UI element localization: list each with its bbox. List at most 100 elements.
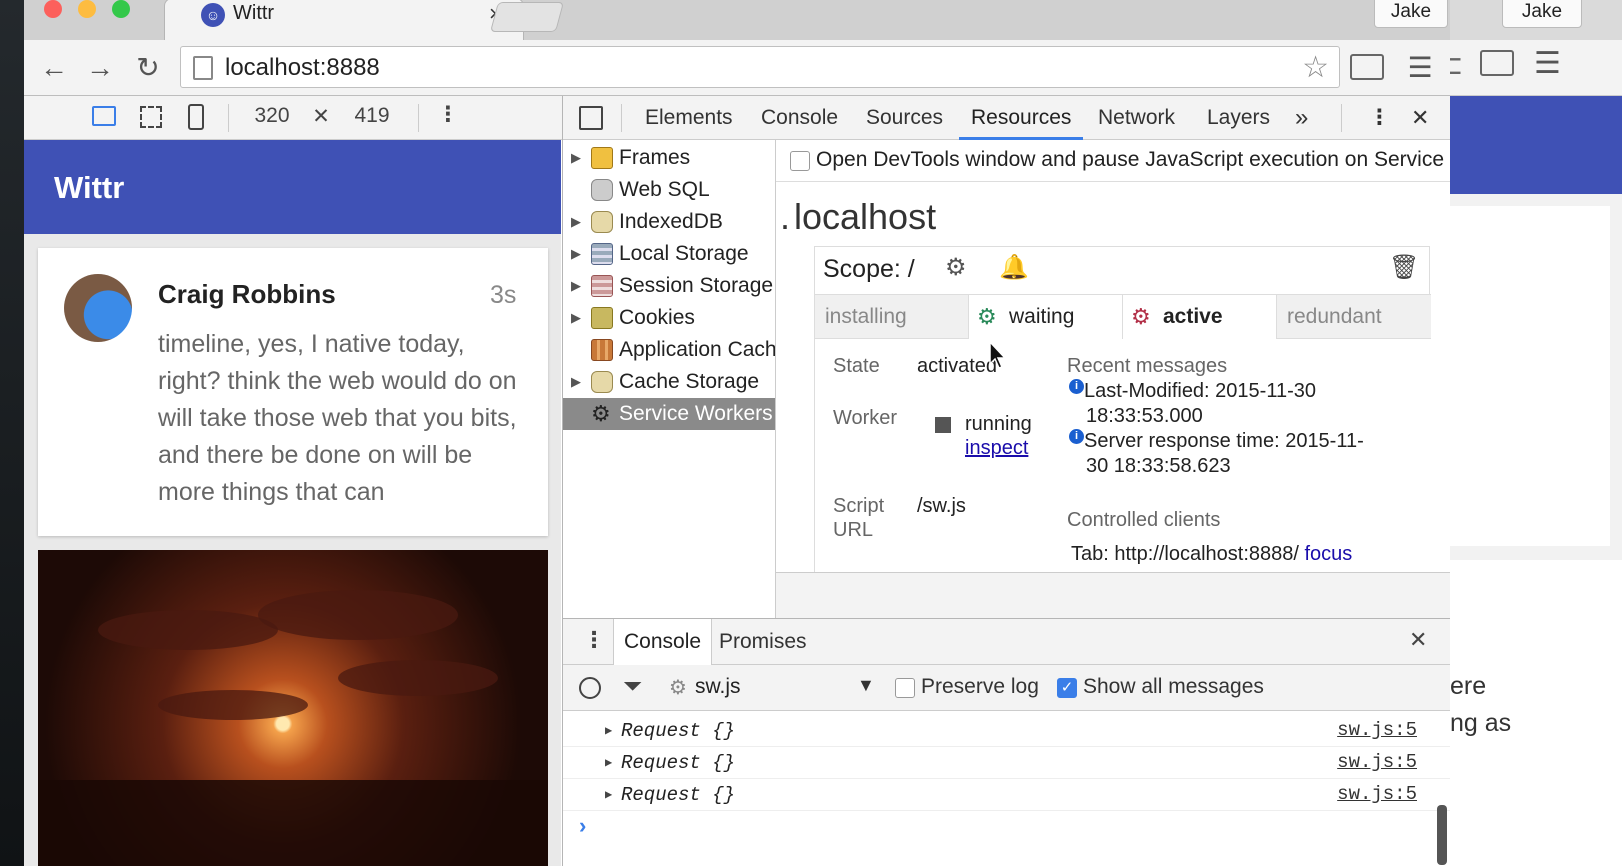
log-source-link[interactable]: sw.js:5 [1337, 751, 1417, 773]
tab-sources[interactable]: Sources [866, 96, 943, 140]
console-message[interactable]: ▶ Request {} sw.js:5 [563, 779, 1450, 811]
preserve-log-checkbox[interactable] [895, 678, 915, 698]
devtools-close-icon[interactable]: ✕ [1411, 96, 1429, 140]
message-line: Server response time: 2015-11- [1084, 430, 1364, 452]
sidebar-item-local-storage[interactable]: ▶ Local Storage [563, 238, 775, 270]
viewport-height[interactable]: 419 [344, 104, 400, 128]
sidebar-item-cookies[interactable]: ▶ Cookies [563, 302, 775, 334]
address-bar[interactable]: localhost:8888 ☆ [180, 46, 1340, 88]
service-worker-registration: Scope: / ⚙ 🔔 🗑 installing ⚙ waiting ⚙ acti… [814, 246, 1431, 572]
app-title[interactable]: Wittr [54, 170, 124, 206]
minimize-window-icon[interactable] [78, 0, 96, 18]
viewport-width[interactable]: 320 [246, 104, 298, 128]
stop-worker-icon[interactable] [935, 417, 951, 433]
inspect-element-icon[interactable] [579, 106, 603, 130]
forward-arrow-icon[interactable]: → [80, 48, 120, 88]
tab-redundant[interactable]: redundant [1277, 295, 1431, 339]
context-dropdown-icon[interactable]: ▼ [857, 675, 875, 696]
recent-message: i Server response time: 2015-11- 30 18:33:… [1069, 429, 1419, 479]
trash-icon[interactable]: 🗑 [1389, 253, 1419, 282]
sidebar-item-web-sql[interactable]: Web SQL [563, 174, 775, 206]
filter-icon[interactable]: ⏷ [623, 673, 642, 701]
post-photo [38, 550, 548, 866]
controlled-client: Tab: http://localhost:8888/ focus [1071, 543, 1352, 566]
show-all-messages-checkbox[interactable]: ✓ [1057, 678, 1077, 698]
new-tab-button[interactable] [489, 2, 565, 32]
tab-installing[interactable]: installing [815, 295, 969, 339]
browser-toolbar: ← → ↻ localhost:8888 ☆ ☰ [24, 40, 1450, 96]
sidebar-item-indexeddb[interactable]: ▶ IndexedDB [563, 206, 775, 238]
expand-triangle-icon[interactable]: ▶ [571, 142, 581, 174]
back-user-button[interactable]: Jake [1502, 0, 1582, 28]
focus-link[interactable]: focus [1305, 543, 1353, 565]
devtools-menu-icon[interactable]: ⋮ [1369, 96, 1390, 140]
console-prompt[interactable]: › [579, 813, 586, 839]
tab-resources[interactable]: Resources [959, 96, 1084, 140]
pause-on-start-checkbox[interactable] [790, 151, 810, 171]
fullscreen-icon[interactable] [140, 106, 162, 128]
tab-active[interactable]: ⚙ active [1123, 295, 1277, 339]
inspect-link[interactable]: inspect [965, 437, 1028, 460]
back-menu-icon[interactable]: ☰ [1534, 46, 1561, 81]
sidebar-item-session-storage[interactable]: ▶ Session Storage [563, 270, 775, 302]
sidebar-item-cache-storage[interactable]: ▶ Cache Storage [563, 366, 775, 398]
sidebar-item-frames[interactable]: ▶ Frames [563, 142, 775, 174]
update-gear-icon[interactable]: ⚙ [945, 253, 967, 282]
context-selector[interactable]: sw.js [695, 675, 741, 699]
tab-elements[interactable]: Elements [645, 96, 733, 140]
tab-network[interactable]: Network [1098, 96, 1175, 140]
drawer-menu-icon[interactable]: ⋮ [583, 627, 605, 653]
separator [228, 104, 229, 132]
expand-triangle-icon[interactable]: ▶ [605, 723, 612, 738]
expand-triangle-icon[interactable]: ▶ [571, 238, 581, 270]
script-url-label-2: URL [833, 519, 874, 541]
chrome-menu-icon[interactable]: ☰ [1402, 48, 1438, 88]
show-all-messages-label: Show all messages [1083, 675, 1264, 698]
user-profile-button[interactable]: Jake [1374, 0, 1448, 28]
sidebar-item-service-workers[interactable]: ⚙ Service Workers [563, 398, 775, 430]
maximize-window-icon[interactable] [112, 0, 130, 18]
tab-console[interactable]: Console [761, 96, 838, 140]
expand-triangle-icon[interactable]: ▶ [571, 206, 581, 238]
origin-title: . localhost [780, 196, 936, 238]
sidebar-item-application-cache[interactable]: Application Cache [563, 334, 775, 366]
url-text[interactable]: localhost:8888 [225, 54, 380, 82]
drawer-close-icon[interactable]: ✕ [1409, 627, 1427, 653]
device-more-icon[interactable]: ⋮ [436, 102, 460, 127]
log-source-link[interactable]: sw.js:5 [1337, 783, 1417, 805]
close-window-icon[interactable] [44, 0, 62, 18]
expand-triangle-icon[interactable]: ▶ [571, 302, 581, 334]
photo-ground [38, 780, 548, 866]
desktop-mode-icon[interactable] [92, 106, 116, 126]
console-message[interactable]: ▶ Request {} sw.js:5 [563, 747, 1450, 779]
back-cast-icon[interactable] [1480, 50, 1514, 76]
log-source-link[interactable]: sw.js:5 [1337, 719, 1417, 741]
push-bell-icon[interactable]: 🔔 [999, 253, 1029, 282]
clear-console-icon[interactable] [579, 677, 601, 699]
back-arrow-icon[interactable]: ← [34, 48, 74, 88]
app-header: Wittr [24, 140, 561, 234]
photo-cloud [258, 590, 458, 640]
tab-title: Wittr [233, 2, 275, 24]
mobile-device-icon[interactable] [188, 104, 204, 130]
console-scrollbar[interactable] [1437, 805, 1447, 865]
tab-waiting-label: waiting [1009, 305, 1075, 328]
browser-tab[interactable]: ☺ Wittr × [164, 0, 524, 42]
reload-icon[interactable]: ↻ [128, 48, 168, 88]
tab-promises[interactable]: Promises [719, 619, 807, 665]
more-tabs-icon[interactable]: » [1295, 96, 1308, 140]
table-icon [591, 243, 613, 265]
expand-triangle-icon[interactable]: ▶ [605, 787, 612, 802]
cast-icon[interactable] [1350, 54, 1384, 80]
green-gear-icon: ⚙ [977, 304, 997, 329]
context-gear-icon: ⚙ [669, 677, 687, 699]
expand-triangle-icon[interactable]: ▶ [571, 270, 581, 302]
bookmark-star-icon[interactable]: ☆ [1302, 50, 1329, 85]
tab-console-drawer[interactable]: Console [613, 619, 713, 665]
expand-triangle-icon[interactable]: ▶ [571, 366, 581, 398]
tab-layers[interactable]: Layers [1207, 96, 1270, 140]
console-message[interactable]: ▶ Request {} sw.js:5 [563, 715, 1450, 747]
expand-triangle-icon[interactable]: ▶ [605, 755, 612, 770]
tab-waiting[interactable]: ⚙ waiting [969, 295, 1123, 339]
device-toolbar: 320 ✕ 419 ⋮ [24, 96, 562, 140]
